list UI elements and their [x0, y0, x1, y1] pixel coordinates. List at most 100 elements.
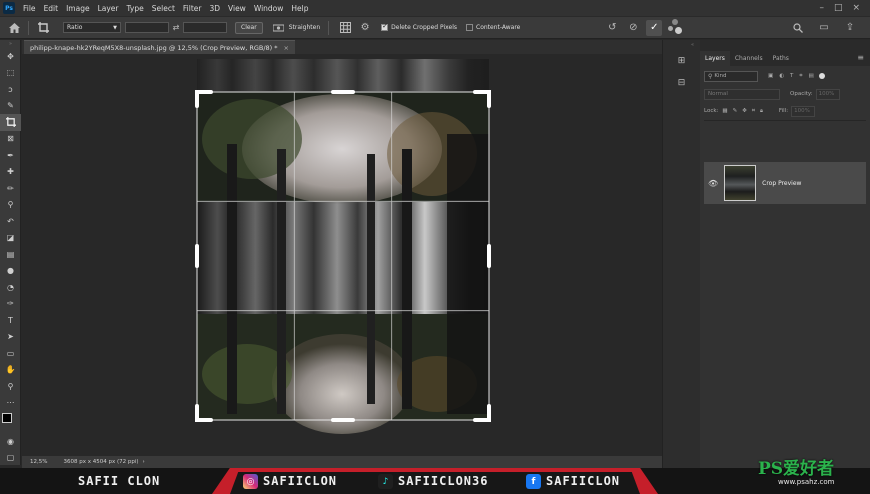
checkbox-unchecked-icon: [466, 24, 473, 31]
lock-position-icon[interactable]: ✥: [742, 108, 747, 114]
tab-paths[interactable]: Paths: [768, 51, 794, 66]
dodge-tool-icon[interactable]: ◔: [0, 279, 21, 296]
filter-shape-icon[interactable]: ⌗: [799, 73, 802, 80]
close-tab-icon[interactable]: ×: [284, 44, 289, 52]
toolbar-collapse-icon[interactable]: »: [0, 40, 21, 48]
hand-tool-icon[interactable]: ✋: [0, 362, 21, 379]
menu-layer[interactable]: Layer: [94, 4, 123, 13]
layer-filter-value: Kind: [714, 73, 727, 79]
home-icon[interactable]: [6, 20, 22, 36]
reset-icon[interactable]: ↺: [604, 20, 620, 36]
edit-toolbar-icon[interactable]: ⋯: [0, 395, 21, 412]
tab-layers[interactable]: Layers: [700, 51, 730, 66]
close-icon[interactable]: ×: [852, 3, 860, 13]
lasso-tool-icon[interactable]: ↄ: [0, 81, 21, 98]
menu-filter[interactable]: Filter: [179, 4, 206, 13]
eraser-tool-icon[interactable]: ◪: [0, 230, 21, 247]
delete-cropped-checkbox[interactable]: Delete Cropped Pixels: [381, 22, 457, 31]
screen-mode-icon[interactable]: ▢: [0, 450, 21, 467]
layer-name[interactable]: Crop Preview: [762, 180, 801, 187]
layer-row[interactable]: 👁︎ Crop Preview: [704, 162, 866, 204]
menu-image[interactable]: Image: [62, 4, 94, 13]
path-selection-tool-icon[interactable]: ➤: [0, 329, 21, 346]
menu-help[interactable]: Help: [287, 4, 312, 13]
filter-adjustment-icon[interactable]: ◐: [779, 73, 784, 79]
straighten-icon[interactable]: [271, 20, 287, 36]
filter-pixel-icon[interactable]: ▣: [768, 73, 773, 79]
opacity-value: 100%: [818, 91, 835, 97]
gradient-tool-icon[interactable]: ▤: [0, 246, 21, 263]
layer-filter-row: ⚲ Kind ▣ ◐ T ⌗ ▤: [700, 69, 870, 83]
history-brush-tool-icon[interactable]: ↶: [0, 213, 21, 230]
lock-transparent-icon[interactable]: ▦: [722, 108, 727, 114]
minimize-icon[interactable]: –: [819, 3, 824, 13]
layer-filter-select[interactable]: ⚲ Kind: [704, 70, 758, 82]
clone-stamp-tool-icon[interactable]: ⚲: [0, 197, 21, 214]
straighten-label[interactable]: Straighten: [289, 24, 320, 31]
marquee-tool-icon[interactable]: ⬚: [0, 65, 21, 82]
frame-tool-icon[interactable]: ⊠: [0, 131, 21, 148]
menu-select[interactable]: Select: [148, 4, 179, 13]
canvas-area[interactable]: [22, 54, 662, 456]
rectangle-tool-icon[interactable]: ▭: [0, 345, 21, 362]
panel-menu-icon[interactable]: ≡: [851, 49, 870, 66]
healing-brush-tool-icon[interactable]: ✚: [0, 164, 21, 181]
workspace-circles-icon[interactable]: [668, 18, 686, 37]
pen-tool-icon[interactable]: ✑: [0, 296, 21, 313]
lock-artboard-icon[interactable]: ⌗: [752, 108, 755, 115]
menu-3d[interactable]: 3D: [205, 4, 224, 13]
search-icon[interactable]: [790, 20, 806, 36]
zoom-level[interactable]: 12,5%: [30, 459, 47, 465]
blur-tool-icon[interactable]: ●: [0, 263, 21, 280]
menu-window[interactable]: Window: [250, 4, 288, 13]
crop-canvas[interactable]: [22, 54, 662, 456]
brush-tool-icon[interactable]: ✏: [0, 180, 21, 197]
grid-overlay-icon[interactable]: [337, 20, 353, 36]
status-menu-icon[interactable]: ›: [143, 459, 145, 465]
crop-tool-icon[interactable]: [0, 114, 21, 131]
menu-type[interactable]: Type: [123, 4, 148, 13]
document-tab[interactable]: philipp-knape-hk2YReqM5X8-unsplash.jpg @…: [24, 40, 295, 54]
content-aware-checkbox[interactable]: Content-Aware: [466, 24, 520, 31]
clear-button[interactable]: Clear: [235, 21, 263, 34]
workspace-icon[interactable]: ▭: [816, 20, 832, 36]
ratio-select[interactable]: Ratio ▼: [63, 22, 121, 33]
properties-panel-icon[interactable]: ⊟: [672, 74, 692, 92]
ratio-width-field[interactable]: [125, 22, 169, 33]
cancel-icon[interactable]: ⊘: [625, 20, 641, 36]
quick-mask-icon[interactable]: ◉: [0, 433, 21, 450]
filter-smart-object-icon[interactable]: ▤: [809, 73, 814, 79]
menu-file[interactable]: File: [19, 4, 40, 13]
swap-icon[interactable]: ⇄: [169, 20, 183, 36]
eye-visibility-icon[interactable]: 👁︎: [708, 179, 718, 188]
document-info[interactable]: 3608 px x 4504 px (72 ppi): [63, 459, 138, 465]
menu-edit[interactable]: Edit: [40, 4, 63, 13]
color-swatches[interactable]: [0, 411, 20, 433]
commit-check-icon[interactable]: ✓: [646, 19, 663, 36]
move-tool-icon[interactable]: ✥: [0, 48, 21, 65]
zoom-tool-icon[interactable]: ⚲: [0, 378, 21, 395]
checkbox-checked-icon: [381, 22, 389, 31]
lock-pixels-icon[interactable]: ✎: [733, 108, 738, 114]
maximize-icon[interactable]: □: [834, 3, 843, 13]
type-tool-icon[interactable]: T: [0, 312, 21, 329]
ratio-height-field[interactable]: [183, 22, 227, 33]
quick-selection-tool-icon[interactable]: ✎: [0, 98, 21, 115]
gear-icon[interactable]: ⚙: [357, 20, 373, 36]
crop-tool-icon[interactable]: [35, 20, 51, 36]
filter-toggle-icon[interactable]: [818, 73, 825, 79]
opacity-field[interactable]: 100%: [815, 88, 840, 100]
eyedropper-tool-icon[interactable]: ✒: [0, 147, 21, 164]
share-icon[interactable]: ⇪: [842, 20, 858, 36]
dock-collapse-icon[interactable]: «: [663, 40, 700, 48]
banner-instagram: SAFIICLON: [263, 474, 338, 488]
foreground-color-swatch[interactable]: [2, 413, 12, 423]
history-panel-icon[interactable]: ⊞: [672, 52, 692, 70]
lock-all-icon[interactable]: 🔒︎: [760, 108, 763, 115]
menu-view[interactable]: View: [224, 4, 250, 13]
filter-type-icon[interactable]: T: [790, 73, 793, 79]
blend-mode-select[interactable]: Normal: [704, 88, 780, 100]
fill-field[interactable]: 100%: [791, 105, 816, 117]
panel-tabs: Layers Channels Paths ≡: [700, 40, 870, 66]
tab-channels[interactable]: Channels: [730, 51, 768, 66]
